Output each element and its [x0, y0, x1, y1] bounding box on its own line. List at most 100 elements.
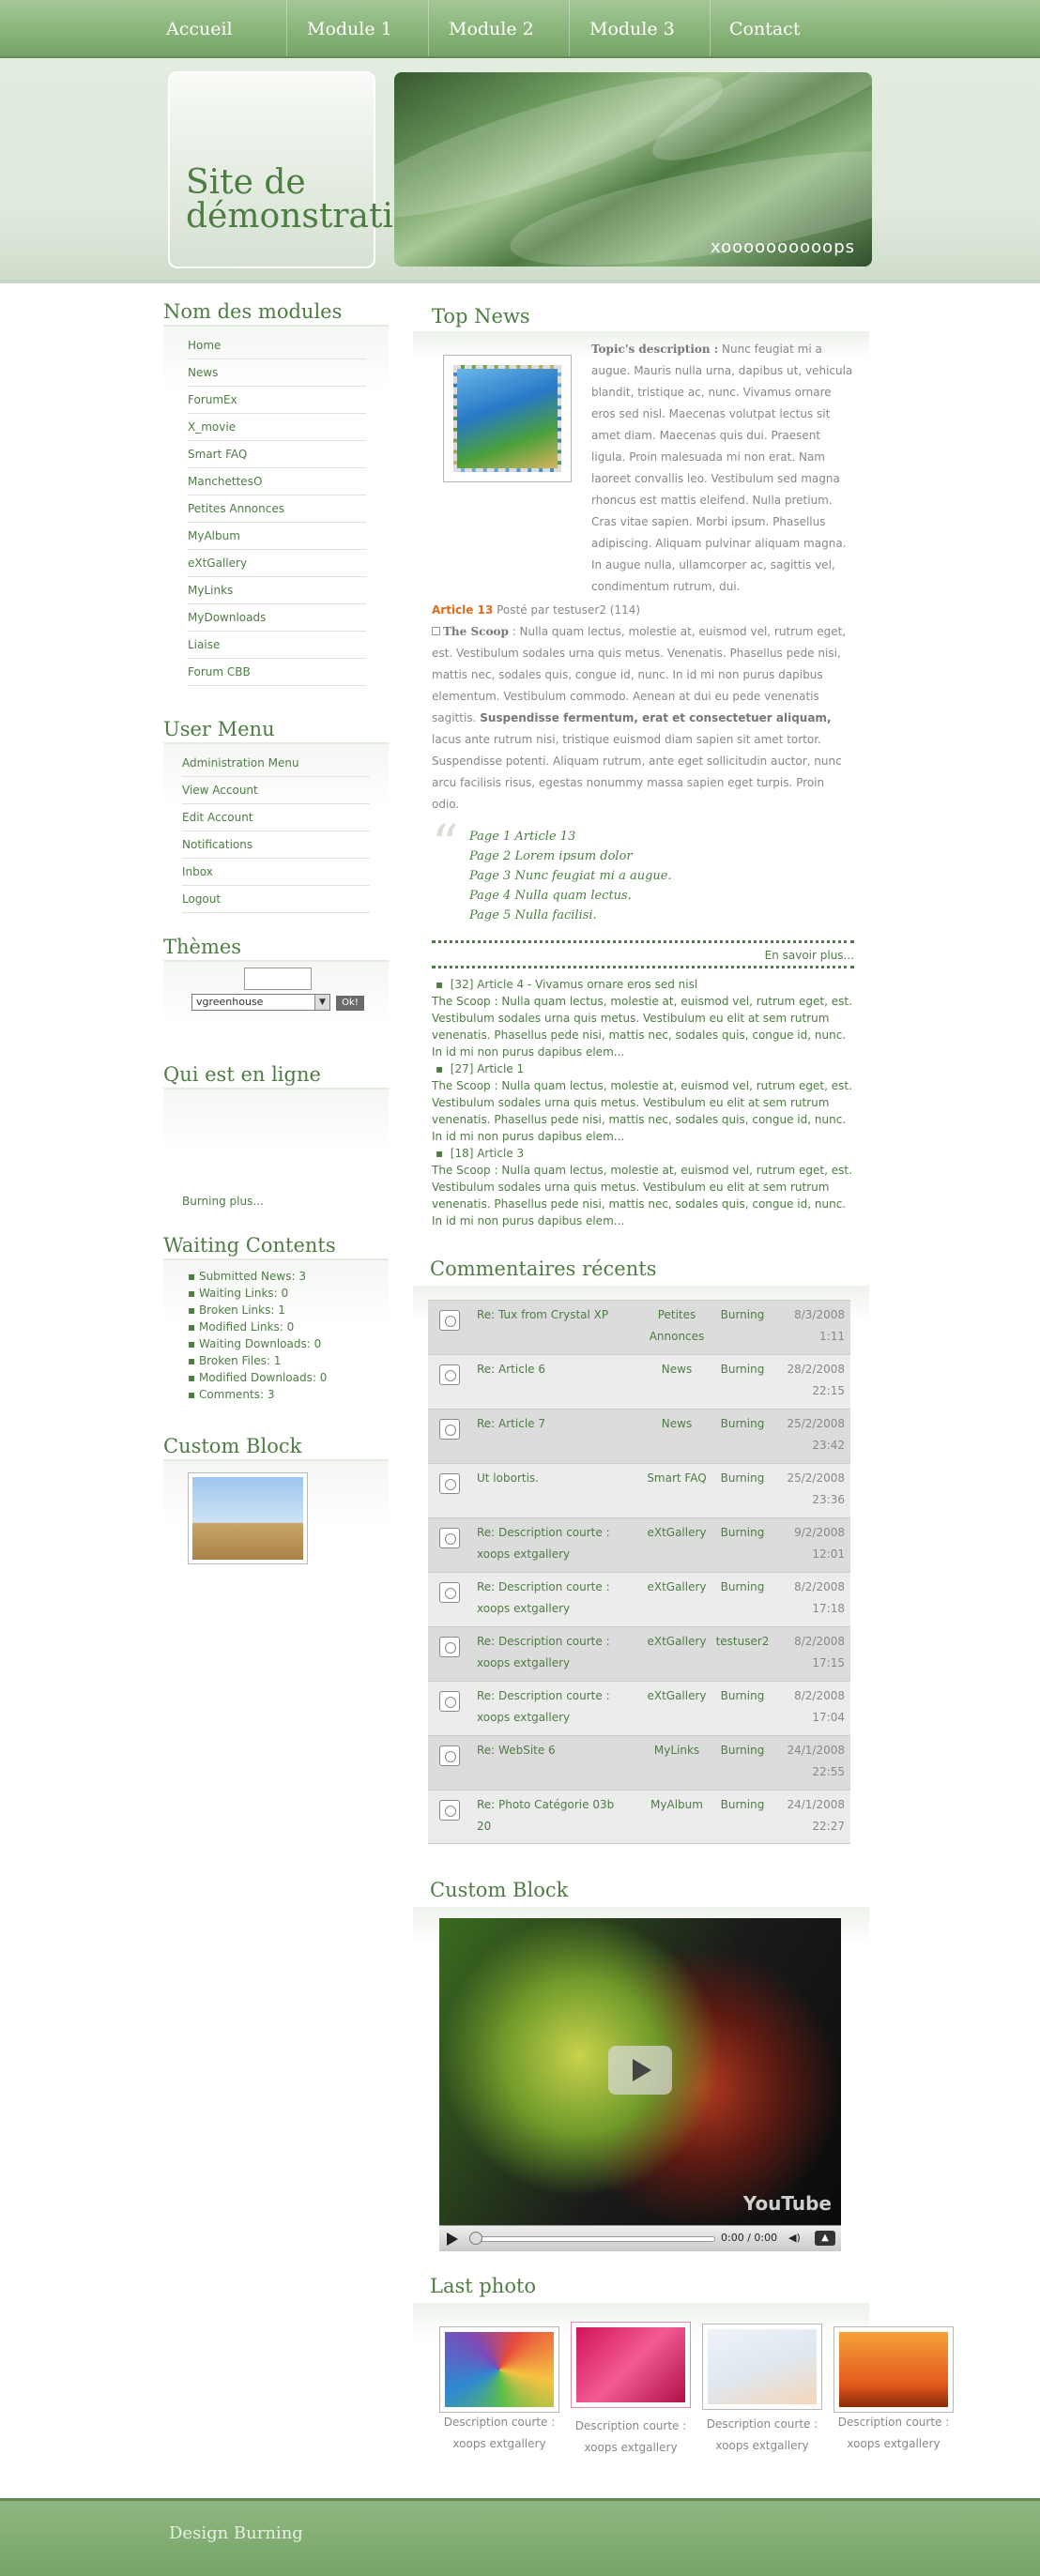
page-link[interactable]: Page 1 Article 13: [469, 827, 854, 846]
waiting-item[interactable]: ▪ Modified Downloads: 0: [188, 1369, 389, 1386]
page-link[interactable]: Page 4 Nulla quam lectus.: [469, 886, 854, 906]
comment-user[interactable]: Burning: [714, 1359, 771, 1380]
page-link[interactable]: Page 2 Lorem ipsum dolor: [469, 846, 854, 866]
photo-thumbnail[interactable]: [702, 2324, 822, 2410]
camel-photo[interactable]: [188, 1472, 308, 1564]
comment-module[interactable]: eXtGallery: [644, 1685, 710, 1707]
module-link-home[interactable]: Home: [188, 332, 366, 359]
module-link-myalbum[interactable]: MyAlbum: [188, 523, 366, 550]
comment-module[interactable]: Petites Annonces: [644, 1304, 710, 1348]
comment-user[interactable]: Burning: [714, 1740, 771, 1761]
comment-module[interactable]: News: [644, 1413, 710, 1435]
comment-title[interactable]: Re: Photo Catégorie 03b 20: [477, 1794, 618, 1837]
comment-row[interactable]: Re: Description courte : xoops extgaller…: [428, 1517, 850, 1572]
user-link-view-account[interactable]: View Account: [182, 777, 370, 804]
comment-user[interactable]: Burning: [714, 1413, 771, 1435]
photo-thumbnail[interactable]: [439, 2326, 559, 2413]
nav-item-module-3[interactable]: Module 3: [589, 19, 675, 39]
comment-title[interactable]: Re: Description courte : xoops extgaller…: [477, 1577, 618, 1620]
comment-module[interactable]: News: [644, 1359, 710, 1380]
progress-bar[interactable]: [471, 2236, 715, 2242]
comment-row[interactable]: Re: Description courte : xoops extgaller…: [428, 1572, 850, 1626]
module-link-forum-cbb[interactable]: Forum CBB: [188, 659, 366, 686]
comment-title[interactable]: Re: Article 7: [477, 1413, 618, 1435]
play-overlay-button[interactable]: [608, 2046, 672, 2095]
comment-row[interactable]: Ut lobortis. Smart FAQ Burning 25/2/2008…: [428, 1463, 850, 1517]
module-link-x-movie[interactable]: X_movie: [188, 414, 366, 441]
nav-item-module-2[interactable]: Module 2: [449, 19, 534, 39]
user-link-notifications[interactable]: Notifications: [182, 831, 370, 859]
nav-item-module-1[interactable]: Module 1: [307, 19, 392, 39]
comment-module[interactable]: Smart FAQ: [644, 1468, 710, 1489]
module-link-liaise[interactable]: Liaise: [188, 632, 366, 659]
module-link-mydownloads[interactable]: MyDownloads: [188, 604, 366, 632]
comment-title[interactable]: Ut lobortis.: [477, 1468, 618, 1489]
comment-user[interactable]: Burning: [714, 1685, 771, 1707]
page-link[interactable]: Page 3 Nunc feugiat mi a augue.: [469, 866, 854, 886]
online-more-link[interactable]: Burning plus...: [182, 1195, 264, 1208]
module-link-manchettes[interactable]: ManchettesO: [188, 468, 366, 495]
comment-user[interactable]: Burning: [714, 1522, 771, 1544]
comment-title[interactable]: Re: Article 6: [477, 1359, 618, 1380]
waiting-item[interactable]: ▪ Modified Links: 0: [188, 1318, 389, 1335]
photo-thumbnail[interactable]: [834, 2326, 954, 2413]
waiting-item[interactable]: ▪ Waiting Links: 0: [188, 1285, 389, 1302]
comment-title[interactable]: Re: Description courte : xoops extgaller…: [477, 1522, 618, 1565]
comment-row[interactable]: Re: Description courte : xoops extgaller…: [428, 1681, 850, 1735]
module-link-smart-faq[interactable]: Smart FAQ: [188, 441, 366, 468]
comment-row[interactable]: Re: Tux from Crystal XP Petites Annonces…: [428, 1300, 850, 1354]
comment-module[interactable]: MyAlbum: [644, 1794, 710, 1816]
site-footer: Design Burning: [0, 2498, 1040, 2576]
comment-row[interactable]: Re: Photo Catégorie 03b 20 MyAlbum Burni…: [428, 1790, 850, 1844]
comment-row[interactable]: Re: Article 6 News Burning 28/2/2008 22:…: [428, 1354, 850, 1409]
play-button[interactable]: [447, 2233, 458, 2246]
waiting-item[interactable]: ▪ Broken Links: 1: [188, 1302, 389, 1318]
news-item-title[interactable]: ▪ [32] Article 4 - Vivamus ornare eros s…: [432, 976, 854, 993]
video-player[interactable]: YouTube 0:00 / 0:00 ◀) ▲: [439, 1918, 841, 2251]
nav-item-contact[interactable]: Contact: [729, 19, 800, 39]
news-item-title[interactable]: ▪ [18] Article 3: [432, 1145, 854, 1162]
waiting-item[interactable]: ▪ Comments: 3: [188, 1386, 389, 1403]
module-link-petites-annonces[interactable]: Petites Annonces: [188, 495, 366, 523]
waiting-item[interactable]: ▪ Submitted News: 3: [188, 1268, 389, 1285]
comment-user[interactable]: Burning: [714, 1468, 771, 1489]
module-link-news[interactable]: News: [188, 359, 366, 387]
comment-title[interactable]: Re: Description courte : xoops extgaller…: [477, 1631, 618, 1674]
theme-select[interactable]: vgreenhouse ▼: [191, 994, 330, 1011]
comment-user[interactable]: Burning: [714, 1577, 771, 1598]
user-link-administration[interactable]: Administration Menu: [182, 750, 370, 777]
user-link-inbox[interactable]: Inbox: [182, 859, 370, 886]
comment-user[interactable]: testuser2: [714, 1631, 771, 1653]
comment-row[interactable]: Re: Description courte : xoops extgaller…: [428, 1626, 850, 1681]
article-link[interactable]: Article 13: [432, 603, 493, 617]
comment-module[interactable]: MyLinks: [644, 1740, 710, 1761]
comment-row[interactable]: Re: Article 7 News Burning 25/2/2008 23:…: [428, 1409, 850, 1463]
footer-credit[interactable]: Design Burning: [169, 2523, 303, 2543]
comment-title[interactable]: Re: WebSite 6: [477, 1740, 618, 1761]
module-link-extgallery[interactable]: eXtGallery: [188, 550, 366, 577]
photo-caption: Description courte : xoops extgallery: [706, 2417, 818, 2452]
module-link-forumex[interactable]: ForumEx: [188, 387, 366, 414]
progress-handle[interactable]: [469, 2232, 482, 2245]
nav-item-accueil[interactable]: Accueil: [166, 19, 233, 39]
comment-row[interactable]: Re: WebSite 6 MyLinks Burning 24/1/2008 …: [428, 1735, 850, 1790]
comment-module[interactable]: eXtGallery: [644, 1631, 710, 1653]
comment-title[interactable]: Re: Description courte : xoops extgaller…: [477, 1685, 618, 1729]
comment-user[interactable]: Burning: [714, 1304, 771, 1326]
fullscreen-icon[interactable]: ▲: [815, 2231, 835, 2246]
photo-thumbnail[interactable]: [571, 2322, 691, 2408]
waiting-item[interactable]: ▪ Waiting Downloads: 0: [188, 1335, 389, 1352]
volume-icon[interactable]: ◀): [788, 2232, 802, 2245]
page-link[interactable]: Page 5 Nulla facilisi.: [469, 906, 854, 925]
waiting-item[interactable]: ▪ Broken Files: 1: [188, 1352, 389, 1369]
comment-user[interactable]: Burning: [714, 1794, 771, 1816]
user-link-logout[interactable]: Logout: [182, 886, 370, 913]
comment-module[interactable]: eXtGallery: [644, 1577, 710, 1598]
user-link-edit-account[interactable]: Edit Account: [182, 804, 370, 831]
read-more-link[interactable]: En savoir plus...: [765, 949, 854, 962]
comment-module[interactable]: eXtGallery: [644, 1522, 710, 1544]
news-item-title[interactable]: ▪ [27] Article 1: [432, 1060, 854, 1077]
comment-title[interactable]: Re: Tux from Crystal XP: [477, 1304, 618, 1326]
theme-ok-button[interactable]: Ok!: [336, 996, 364, 1011]
module-link-mylinks[interactable]: MyLinks: [188, 577, 366, 604]
